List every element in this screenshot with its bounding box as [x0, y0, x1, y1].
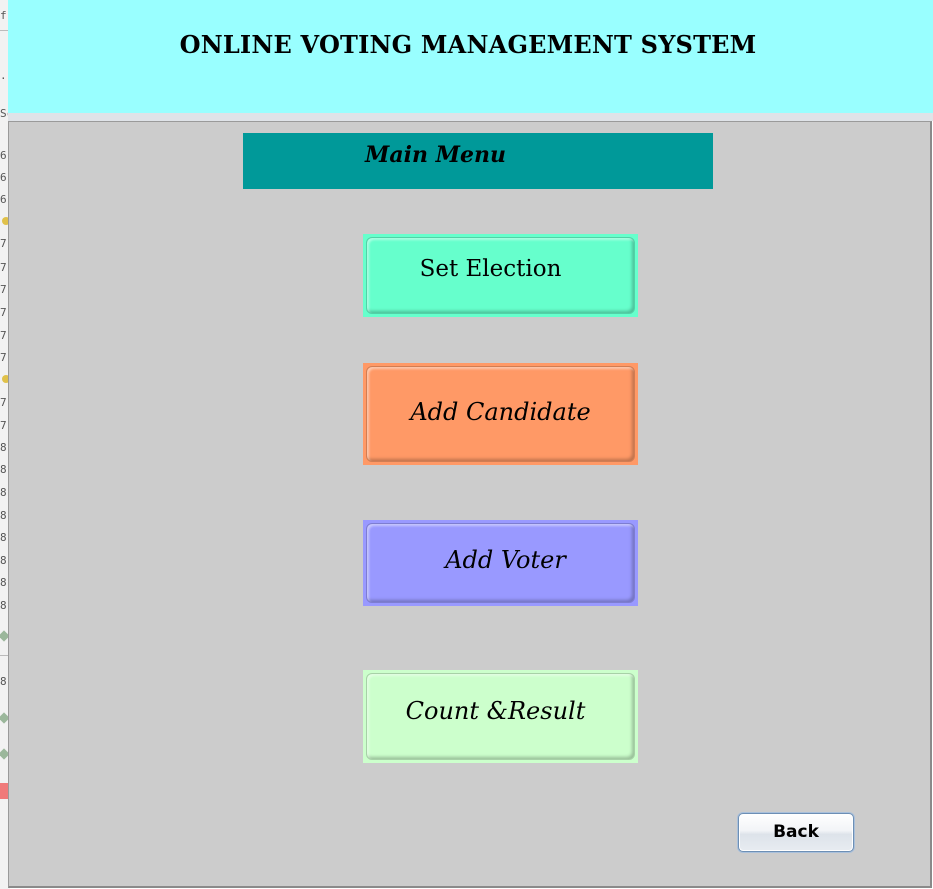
add-voter-label: Add Voter [445, 546, 566, 574]
main-menu-panel: Main Menu Set Election Add Candidate Add… [8, 121, 932, 888]
count-result-button[interactable]: Count &Result [363, 670, 638, 763]
set-election-label: Set Election [419, 256, 562, 282]
app-header: ONLINE VOTING MANAGEMENT SYSTEM [8, 0, 933, 113]
header-separator [8, 113, 933, 121]
set-election-button[interactable]: Set Election [363, 234, 638, 317]
back-button[interactable]: Back [738, 813, 854, 852]
add-candidate-button[interactable]: Add Candidate [363, 363, 638, 465]
add-candidate-label: Add Candidate [410, 398, 591, 426]
error-icon [0, 783, 8, 799]
add-voter-button[interactable]: Add Voter [363, 520, 638, 606]
app-title: ONLINE VOTING MANAGEMENT SYSTEM [179, 30, 757, 59]
main-menu-banner: Main Menu [243, 133, 713, 189]
app-root: f ... Sc 6 6 6 7 7 7 7 7 7 7 7 8 8 8 8 8… [0, 0, 933, 889]
main-menu-title: Main Menu [365, 142, 506, 168]
count-result-label: Count &Result [405, 697, 586, 725]
